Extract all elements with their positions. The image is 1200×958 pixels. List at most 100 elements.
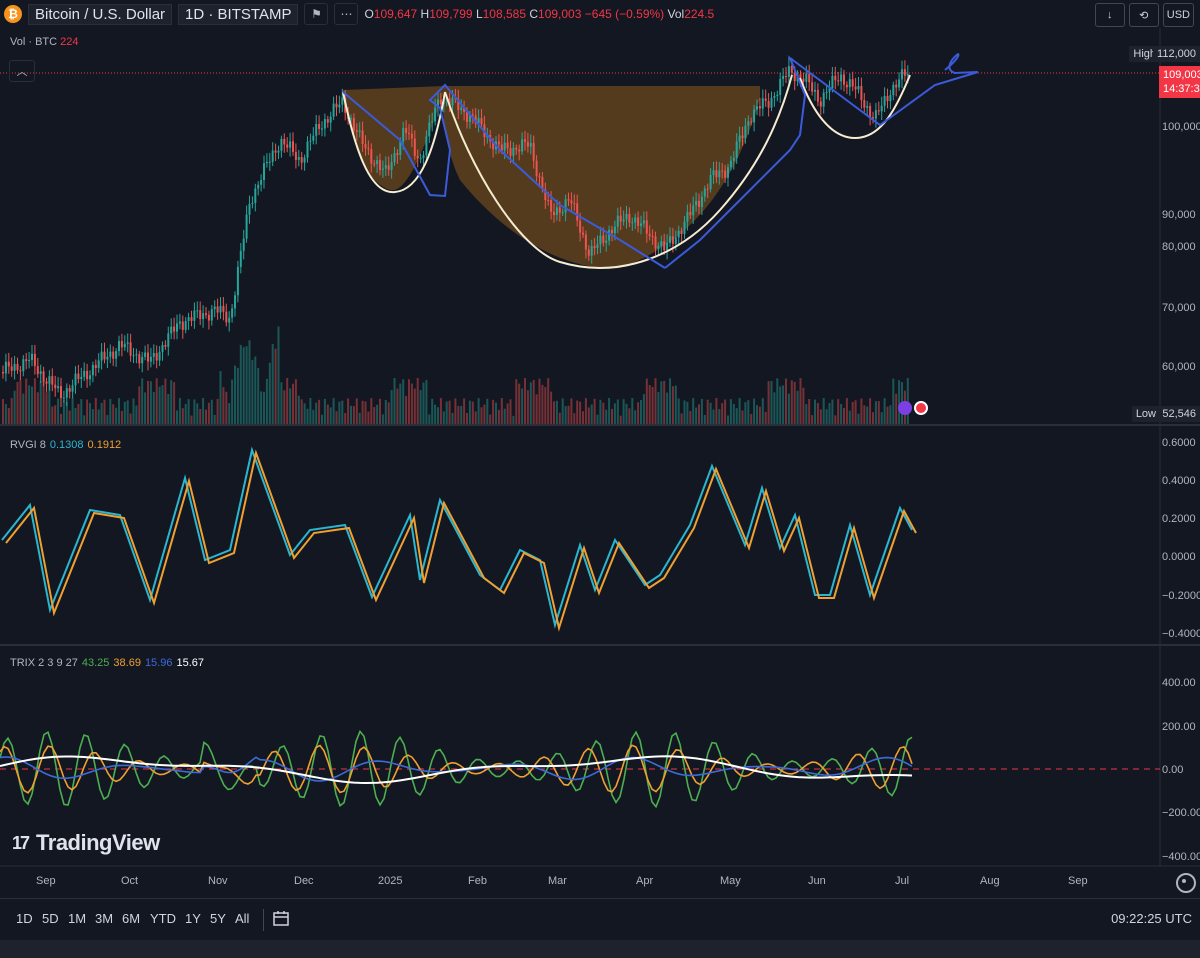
trix-axis-tick: −200.00 bbox=[1162, 807, 1200, 819]
candle-body bbox=[677, 230, 680, 238]
range-button[interactable]: 3M bbox=[95, 911, 113, 926]
candle-body bbox=[231, 308, 234, 318]
volume-bar bbox=[445, 401, 448, 424]
volume-bar bbox=[503, 408, 506, 424]
candle-body bbox=[306, 141, 309, 158]
volume-bar bbox=[590, 404, 593, 424]
volume-bar bbox=[138, 386, 141, 424]
volume-bar bbox=[158, 386, 161, 424]
volume-bar bbox=[115, 407, 118, 424]
range-button[interactable]: YTD bbox=[150, 911, 176, 926]
candle-body bbox=[712, 170, 715, 176]
candle-body bbox=[758, 106, 761, 109]
event-marker-icon[interactable] bbox=[898, 401, 912, 415]
volume-bar bbox=[434, 404, 437, 424]
candle-body bbox=[16, 363, 19, 371]
volume-bar bbox=[149, 381, 152, 424]
volume-bar bbox=[393, 378, 396, 424]
range-button[interactable]: 6M bbox=[122, 911, 140, 926]
candle-body bbox=[245, 214, 248, 239]
bar-countdown: 14:37:3 bbox=[1163, 83, 1200, 95]
volume-bar bbox=[155, 378, 158, 424]
candle-body bbox=[576, 203, 579, 221]
volume-bar bbox=[874, 401, 877, 424]
download-icon[interactable]: ↓ bbox=[1094, 3, 1125, 27]
candle-body bbox=[402, 128, 405, 142]
volume-bar bbox=[460, 405, 463, 424]
volume-bar bbox=[593, 398, 596, 424]
volume-bar bbox=[428, 414, 431, 424]
volume-bar bbox=[16, 381, 19, 424]
range-button[interactable]: 1M bbox=[68, 911, 86, 926]
candle-body bbox=[466, 112, 468, 122]
volume-bar bbox=[518, 383, 521, 424]
volume-bar bbox=[323, 398, 326, 424]
volume-bar bbox=[790, 380, 793, 424]
volume-bar bbox=[735, 408, 738, 424]
candle-body bbox=[657, 245, 660, 249]
candle-body bbox=[381, 168, 384, 170]
volume-bar bbox=[744, 402, 747, 424]
range-button[interactable]: 1D bbox=[16, 911, 33, 926]
volume-bar bbox=[31, 386, 33, 424]
trix-axis-tick: −400.00 bbox=[1162, 851, 1200, 863]
volume-bar bbox=[315, 402, 318, 424]
volume-bar bbox=[257, 367, 260, 424]
volume-bar bbox=[837, 399, 840, 424]
volume-bar bbox=[57, 398, 60, 424]
volume-bar bbox=[680, 413, 683, 424]
volume-bar bbox=[109, 398, 112, 424]
event-markers[interactable] bbox=[898, 401, 928, 415]
volume-bar bbox=[654, 378, 657, 424]
range-button[interactable]: All bbox=[235, 911, 249, 926]
utc-clock[interactable]: 09:22:25 UTC bbox=[1111, 911, 1192, 926]
range-button[interactable]: 5Y bbox=[210, 911, 226, 926]
chart-settings-icon[interactable] bbox=[1176, 873, 1196, 893]
currency-button[interactable]: USD bbox=[1162, 3, 1194, 27]
candle-body bbox=[608, 229, 611, 241]
more-options-icon[interactable]: ⋯ bbox=[334, 3, 359, 25]
candle-body bbox=[25, 359, 28, 362]
volume-bar bbox=[854, 400, 857, 424]
candle-body bbox=[274, 150, 277, 153]
candle-body bbox=[321, 128, 323, 130]
chart-canvas[interactable] bbox=[0, 0, 1200, 958]
calendar-range-icon[interactable] bbox=[272, 909, 290, 927]
candle-body bbox=[715, 170, 718, 178]
candle-body bbox=[410, 133, 413, 139]
candle-body bbox=[613, 226, 616, 234]
us-flag-icon[interactable] bbox=[914, 401, 928, 415]
collapse-legend-icon[interactable]: ︿ bbox=[9, 60, 35, 82]
candle-body bbox=[515, 147, 518, 150]
candle-body bbox=[376, 160, 379, 164]
candle-body bbox=[535, 160, 538, 177]
candle-body bbox=[170, 326, 173, 334]
candle-body bbox=[144, 352, 147, 357]
interval-exchange[interactable]: 1D · BITSTAMP bbox=[178, 3, 299, 25]
volume-bar bbox=[399, 383, 402, 424]
candle-body bbox=[689, 211, 692, 216]
volume-bar bbox=[660, 381, 663, 424]
volume-bar bbox=[326, 404, 329, 424]
candle-body bbox=[869, 105, 872, 118]
volume-bar bbox=[10, 398, 13, 424]
candle-body bbox=[683, 221, 686, 235]
candle-body bbox=[570, 200, 573, 204]
volume-bar bbox=[550, 391, 553, 424]
candle-body bbox=[45, 381, 48, 384]
volume-bar bbox=[712, 409, 715, 424]
candle-body bbox=[303, 157, 306, 163]
volume-bar bbox=[799, 378, 802, 424]
price-change: −645 (−0.59%) bbox=[584, 7, 665, 21]
candle-body bbox=[62, 397, 65, 399]
symbol-title[interactable]: Bitcoin / U.S. Dollar bbox=[28, 3, 173, 25]
candle-body bbox=[22, 359, 25, 372]
candle-body bbox=[790, 66, 793, 73]
candle-body bbox=[512, 147, 515, 156]
candle-body bbox=[663, 241, 666, 251]
replay-icon[interactable]: ⟲ bbox=[1128, 3, 1159, 27]
range-button[interactable]: 1Y bbox=[185, 911, 201, 926]
flag-icon[interactable]: ⚑ bbox=[304, 3, 329, 25]
range-button[interactable]: 5D bbox=[42, 911, 59, 926]
candle-body bbox=[193, 310, 196, 321]
